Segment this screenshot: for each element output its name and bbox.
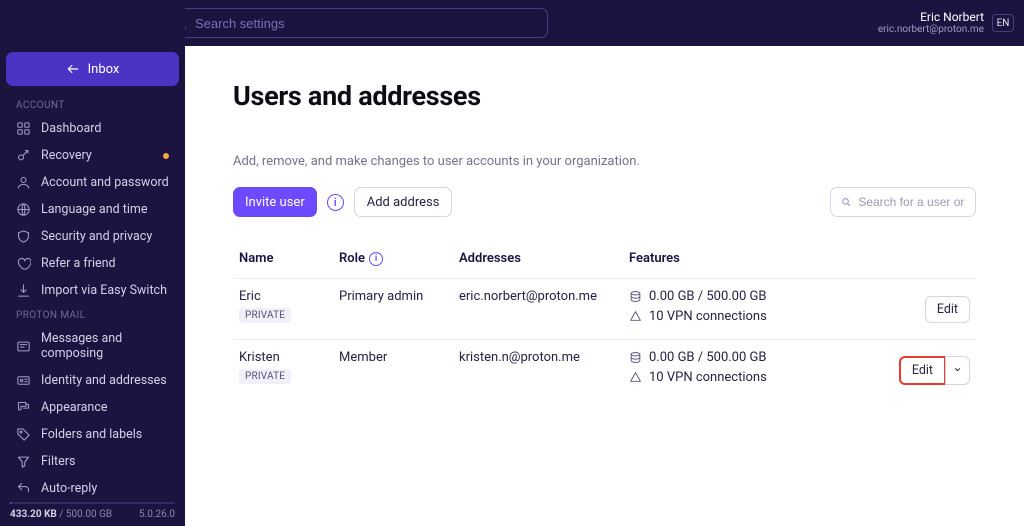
sidebar-item-label: Identity and addresses xyxy=(41,373,167,388)
sidebar-item-refer[interactable]: Refer a friend xyxy=(0,250,185,277)
user-name-cell: Kristen xyxy=(239,350,327,365)
vpn-feature: 10 VPN connections xyxy=(629,370,880,385)
section-label: ACCOUNT xyxy=(0,94,185,115)
table-row: Kristen PRIVATE Member kristen.n@proton.m… xyxy=(233,340,976,401)
shield-icon xyxy=(16,229,31,244)
page-subtitle: Add, remove, and make changes to user ac… xyxy=(233,154,976,169)
user-role-cell: Member xyxy=(333,340,453,401)
sidebar-item-label: Dashboard xyxy=(41,121,101,136)
users-table: Name Rolei Addresses Features Eric PRIVAT… xyxy=(233,243,976,400)
sidebar-item-label: Language and time xyxy=(41,202,147,217)
user-role-cell: Primary admin xyxy=(333,279,453,340)
tag-icon xyxy=(16,427,31,442)
private-tag: PRIVATE xyxy=(239,369,291,384)
vpn-feature: 10 VPN connections xyxy=(629,309,880,324)
info-icon[interactable]: i xyxy=(327,194,344,211)
user-search[interactable] xyxy=(830,187,976,217)
back-to-inbox-button[interactable]: Inbox xyxy=(6,52,179,86)
sidebar-item-label: Folders and labels xyxy=(41,427,142,442)
sidebar-item-label: Messages and composing xyxy=(41,331,169,361)
sidebar-item-recovery[interactable]: Recovery xyxy=(0,142,185,169)
sidebar-item-identity[interactable]: Identity and addresses xyxy=(0,367,185,394)
grid-icon xyxy=(16,121,31,136)
card-icon xyxy=(16,373,31,388)
col-name: Name xyxy=(233,243,333,279)
user-name-cell: Eric xyxy=(239,289,327,304)
settings-search-input[interactable] xyxy=(195,16,537,31)
user-icon xyxy=(16,175,31,190)
storage-feature: 0.00 GB / 500.00 GB xyxy=(629,289,880,304)
sidebar-item-import[interactable]: Import via Easy Switch xyxy=(0,277,185,304)
page-title: Users and addresses xyxy=(233,80,976,112)
sidebar-item-label: Recovery xyxy=(41,148,92,163)
import-icon xyxy=(16,283,31,298)
sidebar-item-label: Security and privacy xyxy=(41,229,152,244)
storage-progress xyxy=(10,502,175,504)
search-icon xyxy=(841,196,851,208)
user-name: Eric Norbert xyxy=(878,10,984,24)
sidebar-item-label: Appearance xyxy=(41,400,108,415)
user-address-cell: eric.norbert@proton.me xyxy=(453,279,623,340)
paint-icon xyxy=(16,400,31,415)
sidebar-item-label: Auto-reply xyxy=(41,481,97,496)
sidebar-item-label: Account and password xyxy=(41,175,169,190)
sidebar-item-security-privacy[interactable]: Security and privacy xyxy=(0,223,185,250)
funnel-icon xyxy=(16,454,31,469)
invite-user-button[interactable]: Invite user xyxy=(233,187,317,217)
sidebar-item-account-password[interactable]: Account and password xyxy=(0,169,185,196)
private-tag: PRIVATE xyxy=(239,308,291,323)
sidebar-item-messages[interactable]: Messages and composing xyxy=(0,325,185,367)
table-row: Eric PRIVATE Primary admin eric.norbert@p… xyxy=(233,279,976,340)
col-addresses: Addresses xyxy=(453,243,623,279)
sidebar-item-dashboard[interactable]: Dashboard xyxy=(0,115,185,142)
edit-button[interactable]: Edit xyxy=(925,296,970,323)
section-label: PROTON MAIL xyxy=(0,304,185,325)
language-badge[interactable]: EN xyxy=(992,14,1014,32)
settings-search[interactable] xyxy=(164,8,548,38)
globe-icon xyxy=(16,202,31,217)
user-search-input[interactable] xyxy=(858,195,965,209)
app-version: 5.0.26.0 xyxy=(139,509,175,520)
info-icon[interactable]: i xyxy=(369,252,383,266)
add-address-button[interactable]: Add address xyxy=(354,187,453,217)
storage-feature: 0.00 GB / 500.00 GB xyxy=(629,350,880,365)
col-features: Features xyxy=(623,243,886,279)
arrow-left-icon xyxy=(66,62,80,76)
inbox-label: Inbox xyxy=(88,62,120,77)
compose-icon xyxy=(16,339,31,354)
reply-icon xyxy=(16,481,31,496)
sidebar-item-folders[interactable]: Folders and labels xyxy=(0,421,185,448)
edit-button[interactable]: Edit xyxy=(899,356,946,385)
sidebar-item-auto-reply[interactable]: Auto-reply xyxy=(0,475,185,496)
sidebar-item-label: Filters xyxy=(41,454,75,469)
sidebar-item-filters[interactable]: Filters xyxy=(0,448,185,475)
user-menu[interactable]: Eric Norbert eric.norbert@proton.me xyxy=(878,10,984,36)
sidebar-item-label: Import via Easy Switch xyxy=(41,283,167,298)
user-address-cell: kristen.n@proton.me xyxy=(453,340,623,401)
key-icon xyxy=(16,148,31,163)
edit-dropdown-button[interactable] xyxy=(945,356,970,385)
sidebar-footer: 433.20 KB / 500.00 GB 5.0.26.0 xyxy=(0,496,185,526)
sidebar-item-label: Refer a friend xyxy=(41,256,116,271)
storage-text: 433.20 KB / 500.00 GB xyxy=(10,509,112,520)
heart-icon xyxy=(16,256,31,271)
notification-dot xyxy=(163,153,169,159)
col-role: Rolei xyxy=(333,243,453,279)
sidebar-item-appearance[interactable]: Appearance xyxy=(0,394,185,421)
sidebar-item-language-time[interactable]: Language and time xyxy=(0,196,185,223)
user-email: eric.norbert@proton.me xyxy=(878,24,984,36)
